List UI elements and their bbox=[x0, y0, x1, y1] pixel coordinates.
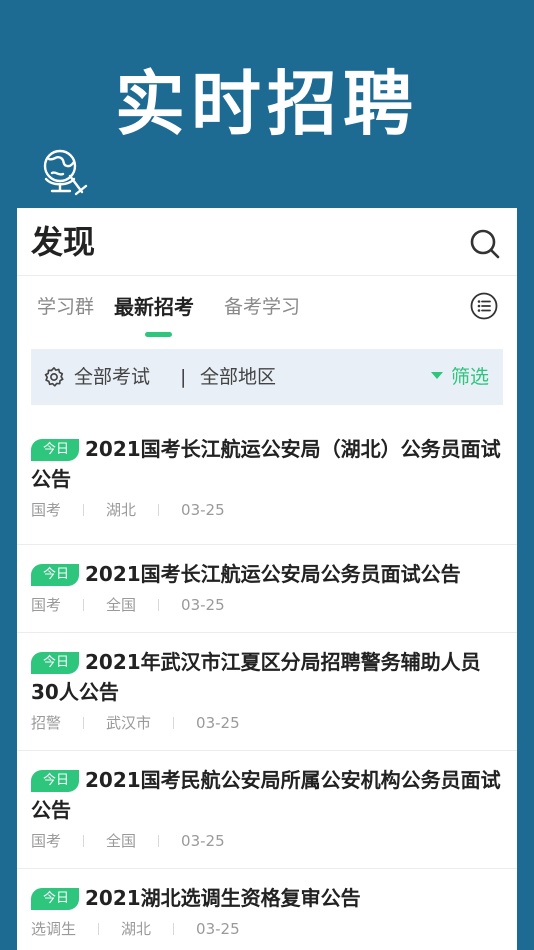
page-title: 发现 bbox=[31, 223, 96, 261]
tab-latest-recruitment[interactable]: 最新招考 bbox=[114, 294, 194, 320]
tab-bar: 学习群 最新招考 备考学习 bbox=[17, 276, 517, 342]
list-item[interactable]: 今日 2021国考民航公安局所属公安机构公务员面试公告 国考 全国 03-25 bbox=[17, 751, 517, 869]
list-item[interactable]: 今日 2021湖北选调生资格复审公告 选调生 湖北 03-25 bbox=[17, 869, 517, 950]
meta-separator bbox=[158, 599, 160, 611]
today-badge: 今日 bbox=[31, 439, 80, 461]
tab-exam-prep[interactable]: 备考学习 bbox=[224, 294, 300, 320]
item-region: 湖北 bbox=[106, 501, 137, 519]
meta-separator bbox=[98, 923, 100, 935]
item-title-line: 今日 2021湖北选调生资格复审公告 bbox=[31, 883, 503, 913]
item-title: 2021年武汉市江夏区分局招聘警务辅助人员30人公告 bbox=[31, 650, 481, 704]
filter-exam-type[interactable]: 全部考试 bbox=[74, 364, 150, 390]
list-item[interactable]: 今日 2021年武汉市江夏区分局招聘警务辅助人员30人公告 招警 武汉市 03-25 bbox=[17, 633, 517, 751]
meta-separator bbox=[83, 835, 85, 847]
filter-button-label: 筛选 bbox=[450, 366, 489, 388]
item-date: 03-25 bbox=[181, 501, 225, 519]
item-category: 选调生 bbox=[31, 920, 77, 938]
item-title-line: 今日 2021年武汉市江夏区分局招聘警务辅助人员30人公告 bbox=[31, 647, 503, 707]
triangle-down-icon bbox=[430, 372, 443, 379]
banner-title: 实时招聘 bbox=[115, 63, 419, 145]
tab-study-group[interactable]: 学习群 bbox=[37, 294, 94, 320]
meta-separator bbox=[83, 599, 85, 611]
item-date: 03-25 bbox=[181, 596, 225, 614]
item-meta: 招警 武汉市 03-25 bbox=[31, 713, 503, 733]
item-title: 2021湖北选调生资格复审公告 bbox=[85, 886, 361, 910]
list-icon[interactable] bbox=[470, 292, 498, 320]
item-category: 国考 bbox=[31, 832, 62, 850]
filter-divider: | bbox=[180, 366, 187, 388]
today-badge: 今日 bbox=[31, 888, 80, 910]
item-meta: 国考 全国 03-25 bbox=[31, 831, 503, 851]
meta-separator bbox=[83, 717, 85, 729]
filter-region[interactable]: 全部地区 bbox=[200, 364, 276, 390]
globe-search-icon bbox=[43, 149, 88, 196]
item-date: 03-25 bbox=[196, 714, 240, 732]
meta-separator bbox=[158, 835, 160, 847]
meta-separator bbox=[158, 504, 160, 516]
item-title-line: 今日 2021国考长江航运公安局（湖北）公务员面试公告 bbox=[31, 434, 503, 494]
item-category: 国考 bbox=[31, 501, 62, 519]
list-item[interactable]: 今日 2021国考长江航运公安局公务员面试公告 国考 全国 03-25 bbox=[17, 545, 517, 633]
item-category: 招警 bbox=[31, 714, 62, 732]
active-tab-indicator bbox=[145, 332, 172, 337]
item-title: 2021国考长江航运公安局（湖北）公务员面试公告 bbox=[31, 437, 501, 491]
filter-bar: 全部考试 | 全部地区 筛选 bbox=[31, 349, 503, 405]
meta-separator bbox=[173, 923, 175, 935]
today-badge: 今日 bbox=[31, 770, 80, 792]
today-badge: 今日 bbox=[31, 564, 80, 586]
item-date: 03-25 bbox=[196, 920, 240, 938]
item-meta: 国考 湖北 03-25 bbox=[31, 500, 503, 520]
item-category: 国考 bbox=[31, 596, 62, 614]
today-badge: 今日 bbox=[31, 652, 80, 674]
search-icon[interactable] bbox=[469, 228, 501, 260]
item-title-line: 今日 2021国考民航公安局所属公安机构公务员面试公告 bbox=[31, 765, 503, 825]
meta-separator bbox=[83, 504, 85, 516]
announcement-list: 今日 2021国考长江航运公安局（湖北）公务员面试公告 国考 湖北 03-25 今日 2… bbox=[17, 420, 517, 950]
filter-button[interactable]: 筛选 bbox=[430, 364, 489, 390]
item-region: 武汉市 bbox=[106, 714, 152, 732]
meta-separator bbox=[173, 717, 175, 729]
item-title: 2021国考长江航运公安局公务员面试公告 bbox=[85, 562, 461, 586]
item-region: 全国 bbox=[106, 596, 137, 614]
item-date: 03-25 bbox=[181, 832, 225, 850]
discover-card: 发现 学习群 最新招考 备考学习 全部考试 | 全部地区 筛选 今日 2021国考… bbox=[17, 208, 517, 950]
item-meta: 选调生 湖北 03-25 bbox=[31, 919, 503, 939]
item-title: 2021国考民航公安局所属公安机构公务员面试公告 bbox=[31, 768, 501, 822]
item-region: 湖北 bbox=[121, 920, 152, 938]
header: 发现 bbox=[17, 208, 517, 276]
item-region: 全国 bbox=[106, 832, 137, 850]
item-meta: 国考 全国 03-25 bbox=[31, 595, 503, 615]
item-title-line: 今日 2021国考长江航运公安局公务员面试公告 bbox=[31, 559, 503, 589]
list-item[interactable]: 今日 2021国考长江航运公安局（湖北）公务员面试公告 国考 湖北 03-25 bbox=[17, 420, 517, 545]
gear-icon[interactable] bbox=[43, 366, 65, 388]
